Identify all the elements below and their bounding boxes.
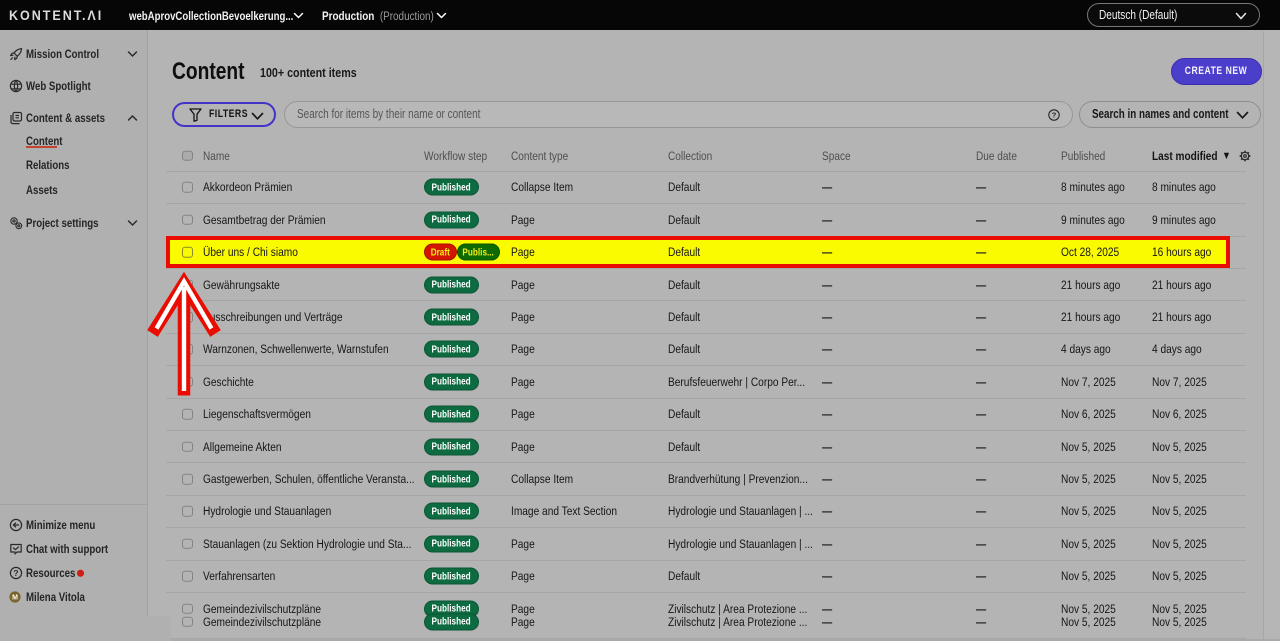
svg-text:?: ? bbox=[1051, 111, 1056, 120]
svg-text:?: ? bbox=[13, 568, 18, 578]
svg-text:M: M bbox=[12, 594, 18, 601]
